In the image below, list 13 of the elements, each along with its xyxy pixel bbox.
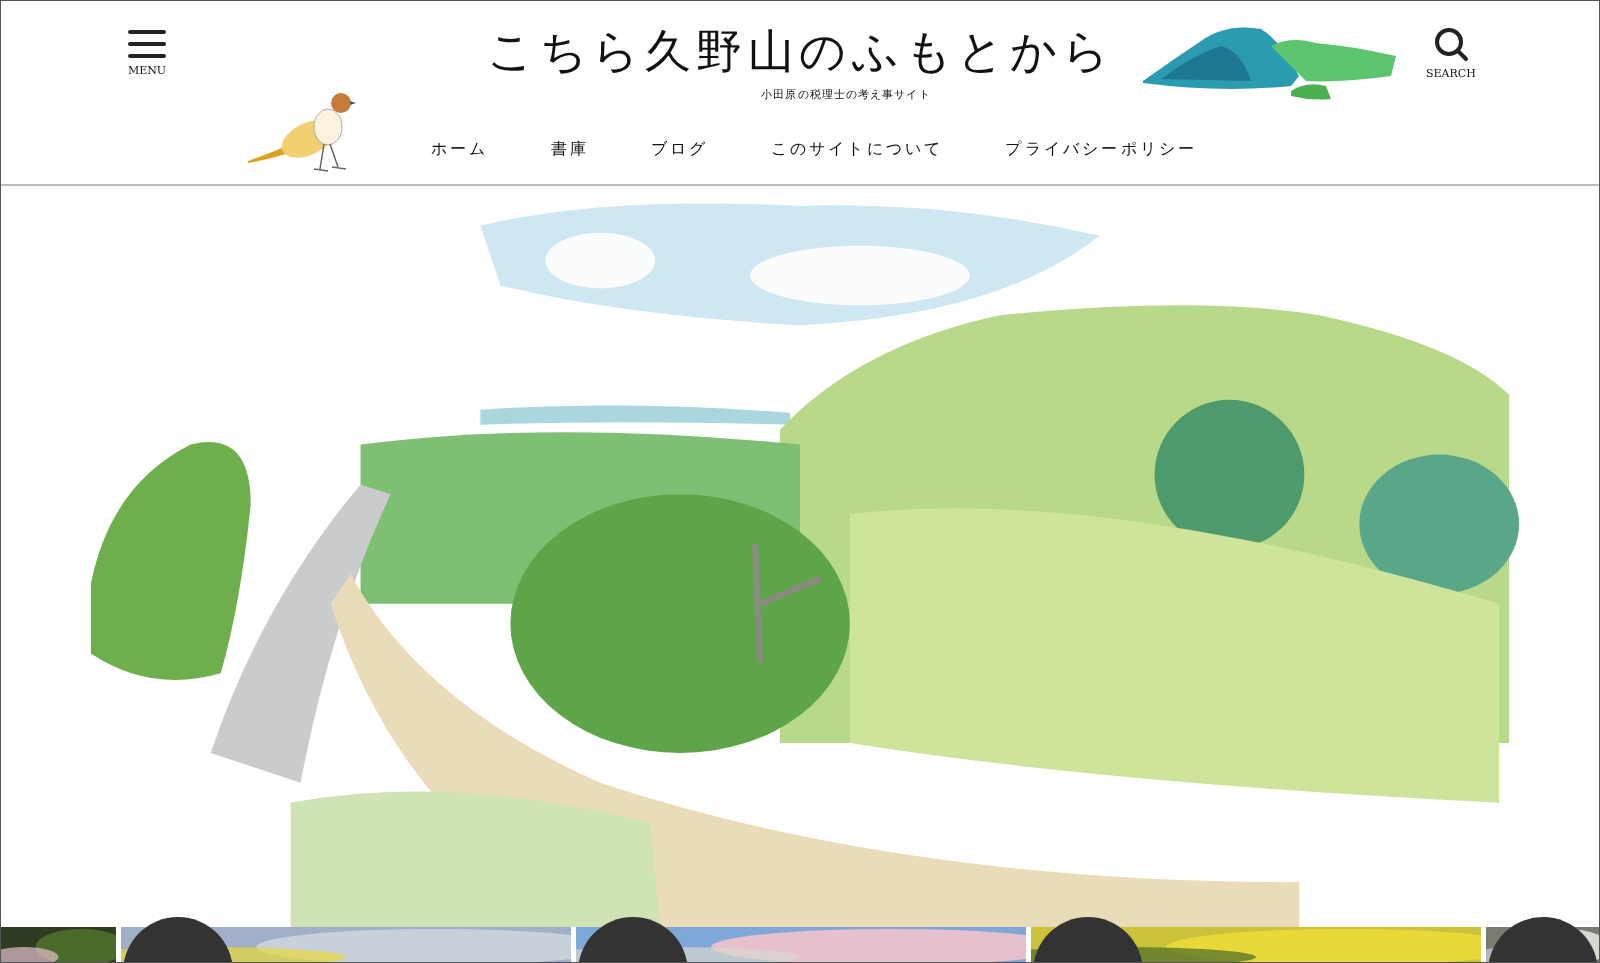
nav-link[interactable]: ブログ xyxy=(651,137,709,161)
nav-link[interactable]: ホーム xyxy=(431,137,489,161)
search-button[interactable]: SEARCH xyxy=(1426,26,1476,79)
nav-link[interactable]: 書庫 xyxy=(550,137,589,161)
search-label: SEARCH xyxy=(1426,68,1476,79)
menu-label: MENU xyxy=(127,65,167,76)
site-title: こちら久野山のふもとから xyxy=(487,23,1115,80)
tagline: 小田原の税理士の考え事サイト xyxy=(761,87,931,103)
menu-icon xyxy=(128,29,166,59)
search-icon xyxy=(1432,26,1469,62)
menu-button[interactable]: MENU xyxy=(127,29,167,76)
nav-link[interactable]: プライバシーポリシー xyxy=(1005,137,1198,161)
nav-link[interactable]: このサイトについて xyxy=(770,137,944,161)
